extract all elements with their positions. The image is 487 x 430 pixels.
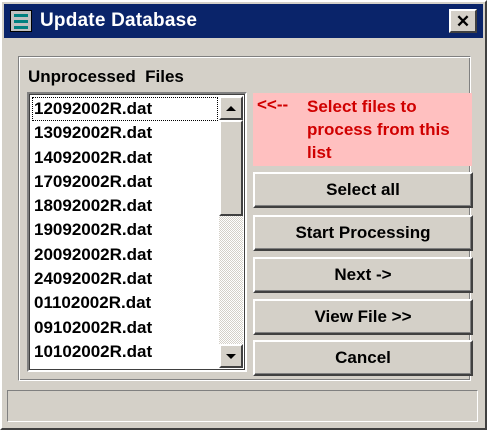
- hint-text: Select files to process from this list: [307, 97, 450, 162]
- list-item[interactable]: 14092002R.dat: [32, 146, 218, 170]
- list-item[interactable]: 20092002R.dat: [32, 243, 218, 267]
- list-item[interactable]: 19092002R.dat: [32, 218, 218, 242]
- file-listbox[interactable]: 12092002R.dat 13092002R.dat 14092002R.da…: [27, 92, 247, 372]
- vertical-scrollbar[interactable]: [219, 96, 243, 368]
- list-item[interactable]: 12092002R.dat: [32, 97, 218, 122]
- group-label: Unprocessed Files: [28, 67, 184, 86]
- arrow-down-icon: [226, 353, 236, 359]
- arrow-up-icon: [226, 105, 236, 111]
- hint-arrow: <<--: [257, 95, 289, 114]
- list-item[interactable]: 09102002R.dat: [32, 316, 218, 340]
- list-item[interactable]: 17092002R.dat: [32, 170, 218, 194]
- database-icon: [10, 10, 32, 32]
- view-file-button[interactable]: View File >>: [253, 299, 473, 335]
- select-all-button[interactable]: Select all: [253, 172, 473, 208]
- cancel-button[interactable]: Cancel: [253, 340, 473, 376]
- file-list: 12092002R.dat 13092002R.dat 14092002R.da…: [32, 97, 218, 364]
- scroll-up-button[interactable]: [219, 96, 243, 120]
- list-item[interactable]: 13092002R.dat: [32, 121, 218, 145]
- window-title: Update Database: [40, 10, 198, 31]
- close-button[interactable]: ✕: [449, 9, 477, 33]
- scroll-down-button[interactable]: [219, 344, 243, 368]
- list-item[interactable]: 10102002R.dat: [32, 340, 218, 364]
- selection-hint: <<-- Select files to process from this l…: [253, 93, 472, 166]
- start-processing-button[interactable]: Start Processing: [253, 215, 473, 251]
- status-bar: [7, 390, 478, 422]
- scroll-thumb[interactable]: [219, 120, 243, 216]
- list-item[interactable]: 01102002R.dat: [32, 291, 218, 315]
- close-icon: ✕: [455, 11, 471, 31]
- list-item[interactable]: 24092002R.dat: [32, 267, 218, 291]
- list-item[interactable]: 18092002R.dat: [32, 194, 218, 218]
- next-button[interactable]: Next ->: [253, 257, 473, 293]
- title-bar[interactable]: Update Database ✕: [4, 4, 483, 38]
